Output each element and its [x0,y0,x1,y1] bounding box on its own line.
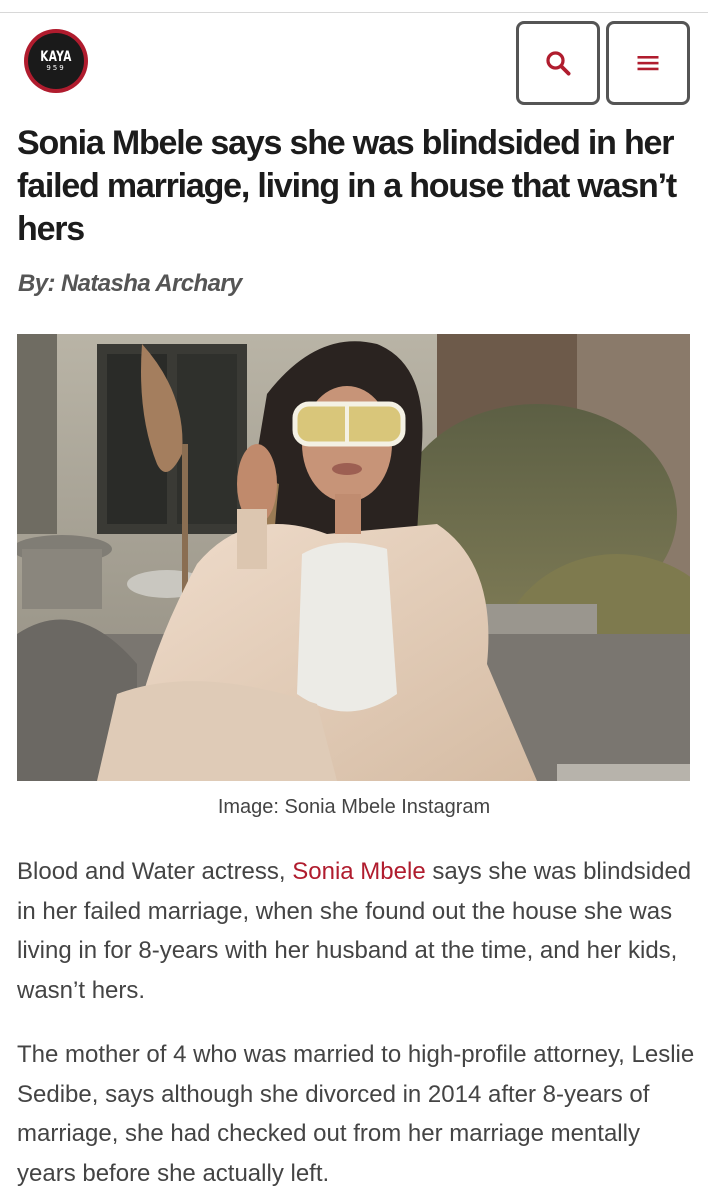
search-icon [546,51,571,76]
hero-photo-illustration [17,334,690,781]
hamburger-menu-icon [637,56,659,71]
image-caption: Image: Sonia Mbele Instagram [217,796,491,818]
menu-button[interactable] [606,21,690,105]
article-paragraph-1: Blood and Water actress, Sonia Mbele say… [17,852,697,1010]
site-logo[interactable]: KAYA 959 [24,29,88,93]
logo-frequency: 959 [46,63,66,72]
logo-wordmark: KAYA [40,48,72,65]
paragraph-text: Blood and Water actress, [17,858,293,885]
site-header: KAYA 959 [0,13,708,113]
article-hero-image [17,334,690,781]
logo-badge: KAYA 959 [28,33,84,89]
search-button[interactable] [516,21,600,105]
article-paragraph-2: The mother of 4 who was married to high-… [17,1041,695,1187]
article-byline: By: Natasha Archary [18,270,242,297]
article-title: Sonia Mbele says she was blindsided in h… [17,124,677,248]
sonia-mbele-link[interactable]: Sonia Mbele [292,858,425,885]
